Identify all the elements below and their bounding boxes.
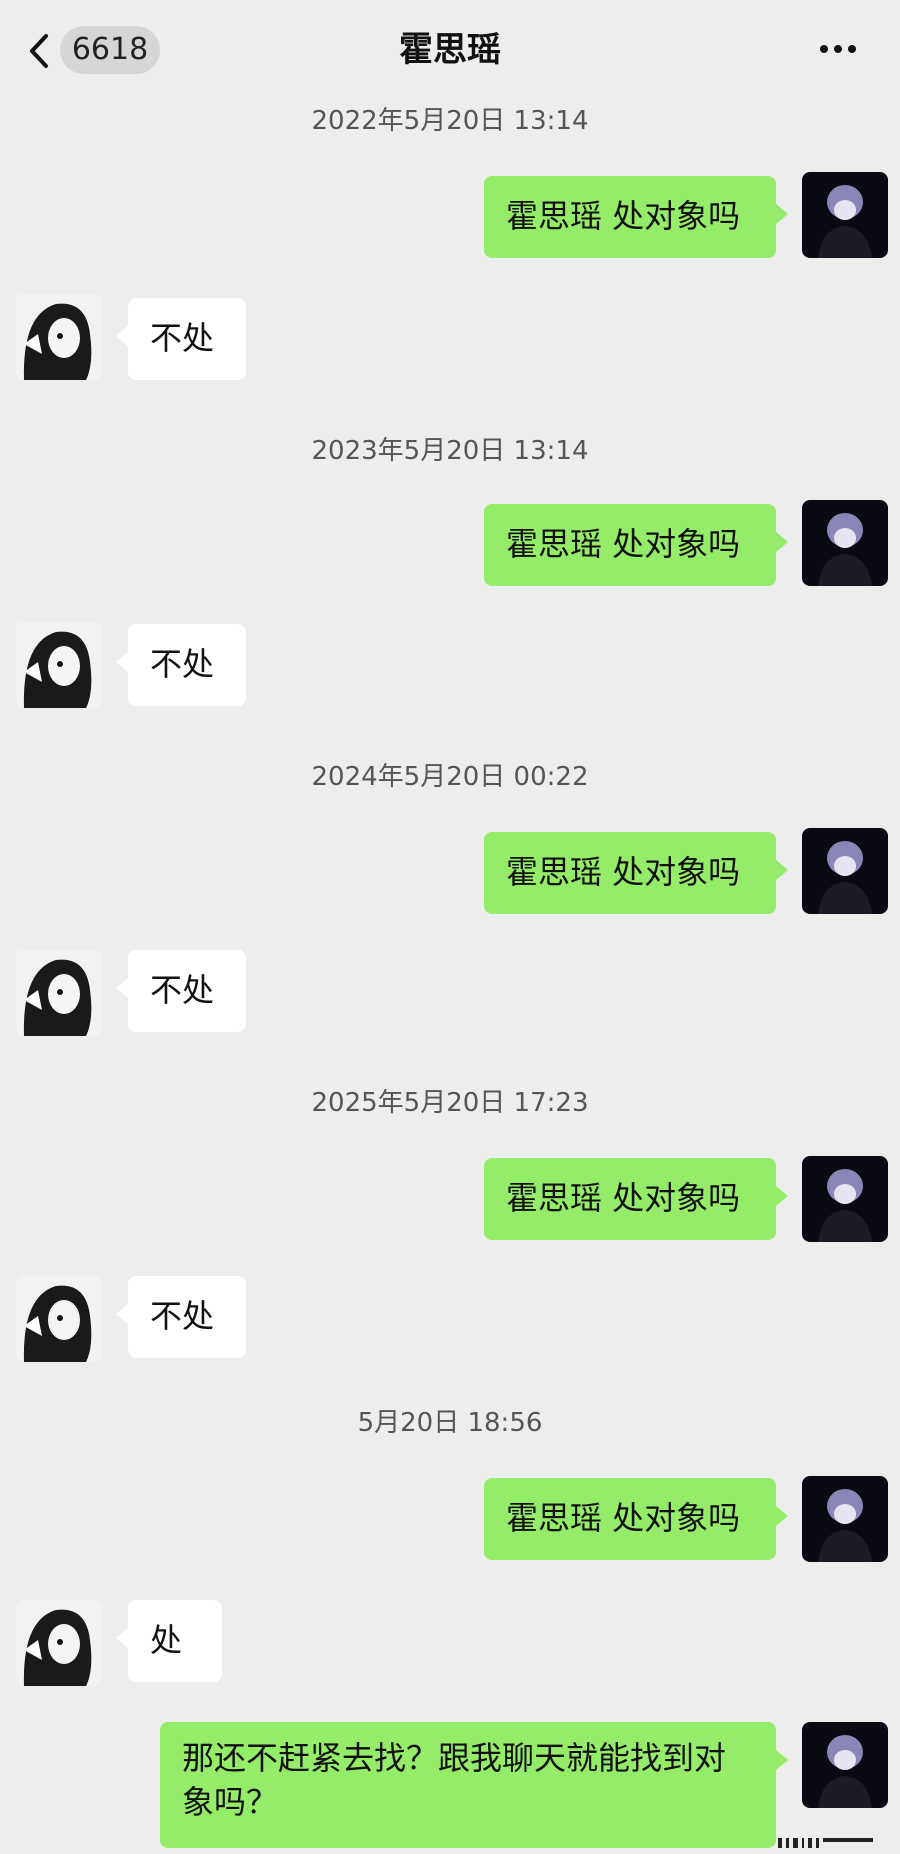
sent-message-line-1: 那还不赶紧去找？跟我聊天就能找到对 bbox=[182, 1739, 727, 1777]
user-avatar-icon bbox=[802, 828, 888, 914]
my-avatar[interactable] bbox=[802, 828, 888, 914]
timestamp: 2023年5月20日 13:14 bbox=[311, 436, 589, 466]
sent-message[interactable]: 霍思瑶 处对象吗 bbox=[484, 1478, 788, 1560]
watermark-stripes-icon bbox=[778, 1838, 873, 1848]
user-avatar-icon bbox=[802, 1476, 888, 1562]
sent-message[interactable]: 霍思瑶 处对象吗 bbox=[484, 176, 788, 258]
contact-avatar-icon bbox=[16, 950, 102, 1036]
received-message-text: 处 bbox=[150, 1621, 183, 1659]
received-message[interactable]: 不处 bbox=[116, 624, 246, 706]
timestamp: 5月20日 18:56 bbox=[357, 1408, 543, 1438]
contact-avatar[interactable] bbox=[16, 1276, 102, 1362]
received-message[interactable]: 处 bbox=[116, 1600, 222, 1682]
timestamp: 2022年5月20日 13:14 bbox=[311, 106, 589, 136]
my-avatar[interactable] bbox=[802, 500, 888, 586]
contact-avatar-icon bbox=[16, 1276, 102, 1362]
received-message-text: 不处 bbox=[150, 645, 215, 683]
contact-avatar-icon bbox=[16, 1600, 102, 1686]
contact-avatar[interactable] bbox=[16, 950, 102, 1036]
my-avatar[interactable] bbox=[802, 1722, 888, 1808]
timestamp: 2025年5月20日 17:23 bbox=[311, 1088, 589, 1118]
my-avatar[interactable] bbox=[802, 1476, 888, 1562]
user-avatar-icon bbox=[802, 1156, 888, 1242]
sent-message-text: 霍思瑶 处对象吗 bbox=[506, 1499, 741, 1537]
contact-avatar-icon bbox=[16, 294, 102, 380]
sent-message[interactable]: 霍思瑶 处对象吗 bbox=[484, 832, 788, 914]
user-avatar-icon bbox=[802, 500, 888, 586]
contact-avatar[interactable] bbox=[16, 622, 102, 708]
chat-title: 霍思瑶 bbox=[399, 30, 501, 70]
sent-message-long[interactable]: 那还不赶紧去找？跟我聊天就能找到对 象吗？ bbox=[160, 1722, 788, 1848]
contact-avatar[interactable] bbox=[16, 294, 102, 380]
sent-message-text: 霍思瑶 处对象吗 bbox=[506, 525, 741, 563]
sent-message[interactable]: 霍思瑶 处对象吗 bbox=[484, 504, 788, 586]
user-avatar-icon bbox=[802, 1722, 888, 1808]
received-message[interactable]: 不处 bbox=[116, 298, 246, 380]
received-message-text: 不处 bbox=[150, 1297, 215, 1335]
sent-message-text: 霍思瑶 处对象吗 bbox=[506, 197, 741, 235]
contact-avatar-icon bbox=[16, 622, 102, 708]
received-message-text: 不处 bbox=[150, 971, 215, 1009]
received-message[interactable]: 不处 bbox=[116, 1276, 246, 1358]
my-avatar[interactable] bbox=[802, 1156, 888, 1242]
sent-message-text: 霍思瑶 处对象吗 bbox=[506, 853, 741, 891]
sent-message-line-2: 象吗？ bbox=[182, 1783, 279, 1821]
chat-header: 6618 霍思瑶 bbox=[0, 0, 900, 100]
contact-avatar[interactable] bbox=[16, 1600, 102, 1686]
more-options-icon[interactable] bbox=[820, 34, 864, 64]
received-message[interactable]: 不处 bbox=[116, 950, 246, 1032]
my-avatar[interactable] bbox=[802, 172, 888, 258]
timestamp: 2024年5月20日 00:22 bbox=[311, 762, 589, 792]
received-message-text: 不处 bbox=[150, 319, 215, 357]
user-avatar-icon bbox=[802, 172, 888, 258]
sent-message[interactable]: 霍思瑶 处对象吗 bbox=[484, 1158, 788, 1240]
sent-message-text: 霍思瑶 处对象吗 bbox=[506, 1179, 741, 1217]
